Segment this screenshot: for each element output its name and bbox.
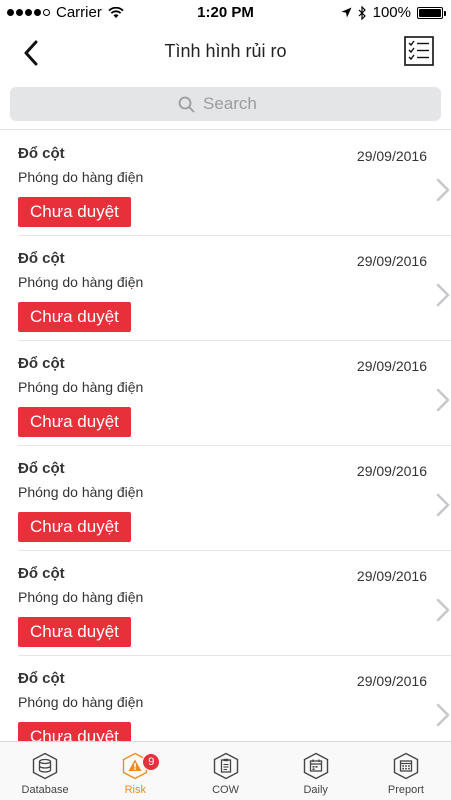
tab-label: Database <box>21 784 69 796</box>
item-title: Đổ cột <box>18 250 65 267</box>
search-bar <box>0 78 451 130</box>
list-item[interactable]: Đổ cột 29/09/2016 Phóng do hàng điện Chư… <box>18 131 451 236</box>
chevron-right-icon <box>436 703 450 727</box>
list-item[interactable]: Đổ cột 29/09/2016 Phóng do hàng điện Chư… <box>18 446 451 551</box>
status-badge: Chưa duyệt <box>18 617 131 647</box>
navigation-bar: Tình hình rủi ro <box>0 26 451 78</box>
database-icon <box>32 752 58 780</box>
report-icon <box>393 752 419 780</box>
search-input[interactable] <box>203 94 273 114</box>
item-date: 29/09/2016 <box>356 673 427 689</box>
status-badge: Chưa duyệt <box>18 722 131 741</box>
checklist-button[interactable] <box>404 36 434 66</box>
item-subtitle: Phóng do hàng điện <box>18 484 144 500</box>
bluetooth-icon <box>358 5 366 20</box>
item-subtitle: Phóng do hàng điện <box>18 589 144 605</box>
search-icon <box>178 96 195 112</box>
battery-icon <box>417 6 446 19</box>
status-bar: Carrier 1:20 PM 100% <box>0 0 451 26</box>
list-item[interactable]: Đổ cột 29/09/2016 Phóng do hàng điện Chư… <box>18 656 451 741</box>
item-title: Đổ cột <box>18 670 65 687</box>
chevron-right-icon <box>436 283 450 307</box>
chevron-right-icon <box>436 598 450 622</box>
tab-cow[interactable]: COW <box>180 742 270 800</box>
status-badge: Chưa duyệt <box>18 512 131 542</box>
item-date: 29/09/2016 <box>356 568 427 584</box>
list-item[interactable]: Đổ cột 29/09/2016 Phóng do hàng điện Chư… <box>18 341 451 446</box>
item-date: 29/09/2016 <box>356 148 427 164</box>
tab-preport[interactable]: Preport <box>361 742 451 800</box>
calendar-icon <box>303 752 328 780</box>
list-item[interactable]: Đổ cột 29/09/2016 Phóng do hàng điện Chư… <box>18 236 451 341</box>
checklist-icon <box>404 36 434 66</box>
item-title: Đổ cột <box>18 460 65 477</box>
risk-list: Đổ cột 29/09/2016 Phóng do hàng điện Chư… <box>0 131 451 741</box>
item-date: 29/09/2016 <box>356 358 427 374</box>
status-right: 100% <box>341 4 446 21</box>
tab-label: Preport <box>387 784 424 796</box>
battery-percent: 100% <box>372 4 411 21</box>
item-subtitle: Phóng do hàng điện <box>18 694 144 710</box>
chevron-right-icon <box>436 493 450 517</box>
tab-bar: Database 9 Risk COW Daily Preport <box>0 741 451 800</box>
chevron-right-icon <box>436 388 450 412</box>
tab-daily[interactable]: Daily <box>271 742 361 800</box>
tab-database[interactable]: Database <box>0 742 90 800</box>
notification-badge: 9 <box>142 753 161 771</box>
item-title: Đổ cột <box>18 145 65 162</box>
tab-label: COW <box>212 784 239 796</box>
item-subtitle: Phóng do hàng điện <box>18 379 144 395</box>
search-field[interactable] <box>10 87 441 121</box>
item-subtitle: Phóng do hàng điện <box>18 169 144 185</box>
page-title: Tình hình rủi ro <box>164 41 287 61</box>
tab-label: Daily <box>303 784 328 796</box>
chevron-right-icon <box>436 178 450 202</box>
status-badge: Chưa duyệt <box>18 197 131 227</box>
item-date: 29/09/2016 <box>356 253 427 269</box>
item-title: Đổ cột <box>18 565 65 582</box>
tab-risk[interactable]: 9 Risk <box>90 742 180 800</box>
item-subtitle: Phóng do hàng điện <box>18 274 144 290</box>
clipboard-icon <box>213 752 238 780</box>
list-item[interactable]: Đổ cột 29/09/2016 Phóng do hàng điện Chư… <box>18 551 451 656</box>
item-title: Đổ cột <box>18 355 65 372</box>
status-badge: Chưa duyệt <box>18 407 131 437</box>
location-arrow-icon <box>341 7 352 18</box>
tab-label: Risk <box>124 784 146 796</box>
status-badge: Chưa duyệt <box>18 302 131 332</box>
item-date: 29/09/2016 <box>356 463 427 479</box>
